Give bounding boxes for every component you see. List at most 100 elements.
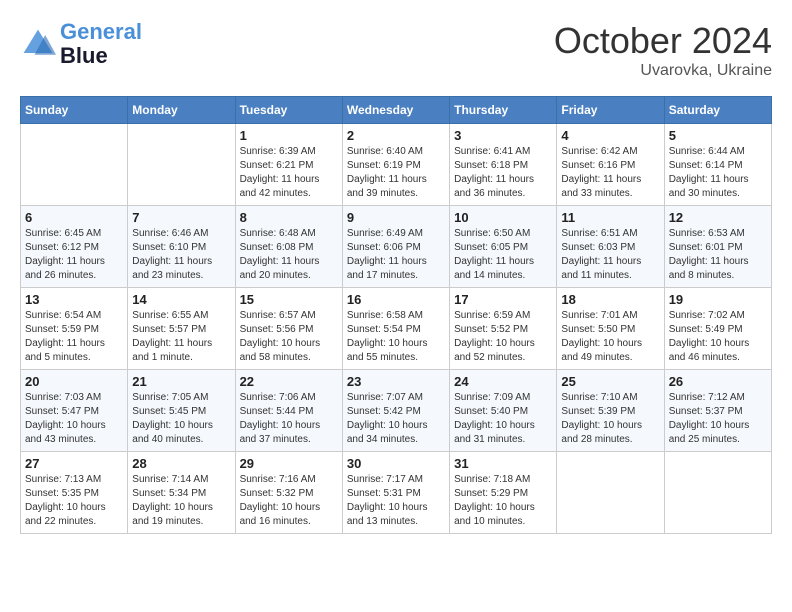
day-info: Sunrise: 7:02 AMSunset: 5:49 PMDaylight:…	[669, 309, 767, 365]
day-info: Sunrise: 7:09 AMSunset: 5:40 PMDaylight:…	[454, 391, 552, 447]
day-number: 4	[561, 128, 659, 143]
day-number: 12	[669, 210, 767, 225]
day-number: 6	[25, 210, 123, 225]
day-number: 19	[669, 292, 767, 307]
calendar-cell: 17 Sunrise: 6:59 AMSunset: 5:52 PMDayligh…	[450, 288, 557, 370]
weekday-header: Thursday	[450, 97, 557, 124]
day-number: 13	[25, 292, 123, 307]
day-number: 29	[240, 456, 338, 471]
location: Uvarovka, Ukraine	[554, 62, 772, 80]
day-info: Sunrise: 7:13 AMSunset: 5:35 PMDaylight:…	[25, 473, 123, 529]
calendar-cell: 20 Sunrise: 7:03 AMSunset: 5:47 PMDayligh…	[21, 370, 128, 452]
calendar-cell: 6 Sunrise: 6:45 AMSunset: 6:12 PMDaylight…	[21, 206, 128, 288]
calendar-cell: 7Sunrise: 6:46 AMSunset: 6:10 PMDaylight…	[128, 206, 235, 288]
day-number: 16	[347, 292, 445, 307]
day-info: Sunrise: 6:48 AMSunset: 6:08 PMDaylight:…	[240, 227, 338, 283]
calendar-cell: 4 Sunrise: 6:42 AMSunset: 6:16 PMDaylight…	[557, 124, 664, 206]
day-number: 23	[347, 374, 445, 389]
day-number: 5	[669, 128, 767, 143]
weekday-header: Wednesday	[342, 97, 449, 124]
calendar-cell	[557, 452, 664, 534]
calendar-cell: 30 Sunrise: 7:17 AMSunset: 5:31 PMDayligh…	[342, 452, 449, 534]
day-number: 1	[240, 128, 338, 143]
day-info: Sunrise: 6:44 AMSunset: 6:14 PMDaylight:…	[669, 145, 767, 201]
calendar-week-row: 1 Sunrise: 6:39 AMSunset: 6:21 PMDaylight…	[21, 124, 772, 206]
day-info: Sunrise: 7:07 AMSunset: 5:42 PMDaylight:…	[347, 391, 445, 447]
calendar-cell: 5 Sunrise: 6:44 AMSunset: 6:14 PMDaylight…	[664, 124, 771, 206]
weekday-header: Tuesday	[235, 97, 342, 124]
calendar-cell: 10 Sunrise: 6:50 AMSunset: 6:05 PMDayligh…	[450, 206, 557, 288]
day-number: 10	[454, 210, 552, 225]
day-number: 24	[454, 374, 552, 389]
calendar-week-row: 6 Sunrise: 6:45 AMSunset: 6:12 PMDaylight…	[21, 206, 772, 288]
calendar-cell: 12Sunrise: 6:53 AMSunset: 6:01 PMDayligh…	[664, 206, 771, 288]
calendar-cell: 3Sunrise: 6:41 AMSunset: 6:18 PMDaylight…	[450, 124, 557, 206]
day-info: Sunrise: 7:16 AMSunset: 5:32 PMDaylight:…	[240, 473, 338, 529]
day-number: 22	[240, 374, 338, 389]
calendar-cell: 27 Sunrise: 7:13 AMSunset: 5:35 PMDayligh…	[21, 452, 128, 534]
day-number: 20	[25, 374, 123, 389]
day-number: 27	[25, 456, 123, 471]
calendar-cell: 28 Sunrise: 7:14 AMSunset: 5:34 PMDayligh…	[128, 452, 235, 534]
day-number: 8	[240, 210, 338, 225]
calendar-cell: 29 Sunrise: 7:16 AMSunset: 5:32 PMDayligh…	[235, 452, 342, 534]
calendar-cell	[664, 452, 771, 534]
day-number: 21	[132, 374, 230, 389]
day-info: Sunrise: 7:06 AMSunset: 5:44 PMDaylight:…	[240, 391, 338, 447]
logo-text: General Blue	[60, 20, 142, 68]
calendar-week-row: 27 Sunrise: 7:13 AMSunset: 5:35 PMDayligh…	[21, 452, 772, 534]
weekday-header: Friday	[557, 97, 664, 124]
calendar-cell: 15 Sunrise: 6:57 AMSunset: 5:56 PMDayligh…	[235, 288, 342, 370]
day-info: Sunrise: 7:03 AMSunset: 5:47 PMDaylight:…	[25, 391, 123, 447]
calendar-cell: 24 Sunrise: 7:09 AMSunset: 5:40 PMDayligh…	[450, 370, 557, 452]
day-info: Sunrise: 6:55 AMSunset: 5:57 PMDaylight:…	[132, 309, 230, 365]
day-number: 11	[561, 210, 659, 225]
day-number: 2	[347, 128, 445, 143]
day-number: 30	[347, 456, 445, 471]
day-info: Sunrise: 6:49 AMSunset: 6:06 PMDaylight:…	[347, 227, 445, 283]
month-title: October 2024	[554, 20, 772, 62]
day-number: 25	[561, 374, 659, 389]
weekday-header: Saturday	[664, 97, 771, 124]
calendar-cell: 21 Sunrise: 7:05 AMSunset: 5:45 PMDayligh…	[128, 370, 235, 452]
day-info: Sunrise: 6:42 AMSunset: 6:16 PMDaylight:…	[561, 145, 659, 201]
day-info: Sunrise: 6:58 AMSunset: 5:54 PMDaylight:…	[347, 309, 445, 365]
day-info: Sunrise: 7:05 AMSunset: 5:45 PMDaylight:…	[132, 391, 230, 447]
day-number: 31	[454, 456, 552, 471]
calendar-cell: 14 Sunrise: 6:55 AMSunset: 5:57 PMDayligh…	[128, 288, 235, 370]
day-info: Sunrise: 6:57 AMSunset: 5:56 PMDaylight:…	[240, 309, 338, 365]
calendar-cell: 9 Sunrise: 6:49 AMSunset: 6:06 PMDaylight…	[342, 206, 449, 288]
calendar-cell: 19 Sunrise: 7:02 AMSunset: 5:49 PMDayligh…	[664, 288, 771, 370]
day-number: 26	[669, 374, 767, 389]
day-number: 14	[132, 292, 230, 307]
day-info: Sunrise: 6:39 AMSunset: 6:21 PMDaylight:…	[240, 145, 338, 201]
day-number: 17	[454, 292, 552, 307]
calendar-cell: 8 Sunrise: 6:48 AMSunset: 6:08 PMDaylight…	[235, 206, 342, 288]
calendar-week-row: 20 Sunrise: 7:03 AMSunset: 5:47 PMDayligh…	[21, 370, 772, 452]
day-info: Sunrise: 6:51 AMSunset: 6:03 PMDaylight:…	[561, 227, 659, 283]
day-info: Sunrise: 6:41 AMSunset: 6:18 PMDaylight:…	[454, 145, 552, 201]
page-header: General Blue October 2024 Uvarovka, Ukra…	[20, 20, 772, 80]
day-info: Sunrise: 6:40 AMSunset: 6:19 PMDaylight:…	[347, 145, 445, 201]
calendar-cell: 16 Sunrise: 6:58 AMSunset: 5:54 PMDayligh…	[342, 288, 449, 370]
day-info: Sunrise: 7:14 AMSunset: 5:34 PMDaylight:…	[132, 473, 230, 529]
day-info: Sunrise: 7:18 AMSunset: 5:29 PMDaylight:…	[454, 473, 552, 529]
day-info: Sunrise: 6:54 AMSunset: 5:59 PMDaylight:…	[25, 309, 123, 365]
calendar-cell: 1 Sunrise: 6:39 AMSunset: 6:21 PMDaylight…	[235, 124, 342, 206]
day-info: Sunrise: 7:01 AMSunset: 5:50 PMDaylight:…	[561, 309, 659, 365]
day-info: Sunrise: 6:59 AMSunset: 5:52 PMDaylight:…	[454, 309, 552, 365]
calendar-cell: 31 Sunrise: 7:18 AMSunset: 5:29 PMDayligh…	[450, 452, 557, 534]
calendar-cell	[128, 124, 235, 206]
day-info: Sunrise: 6:45 AMSunset: 6:12 PMDaylight:…	[25, 227, 123, 283]
day-info: Sunrise: 7:17 AMSunset: 5:31 PMDaylight:…	[347, 473, 445, 529]
calendar-cell: 26Sunrise: 7:12 AMSunset: 5:37 PMDayligh…	[664, 370, 771, 452]
calendar-cell: 25Sunrise: 7:10 AMSunset: 5:39 PMDayligh…	[557, 370, 664, 452]
calendar-cell: 13 Sunrise: 6:54 AMSunset: 5:59 PMDayligh…	[21, 288, 128, 370]
calendar-week-row: 13 Sunrise: 6:54 AMSunset: 5:59 PMDayligh…	[21, 288, 772, 370]
day-number: 9	[347, 210, 445, 225]
day-number: 28	[132, 456, 230, 471]
weekday-header: Monday	[128, 97, 235, 124]
calendar-cell: 2 Sunrise: 6:40 AMSunset: 6:19 PMDaylight…	[342, 124, 449, 206]
day-info: Sunrise: 6:50 AMSunset: 6:05 PMDaylight:…	[454, 227, 552, 283]
day-number: 15	[240, 292, 338, 307]
